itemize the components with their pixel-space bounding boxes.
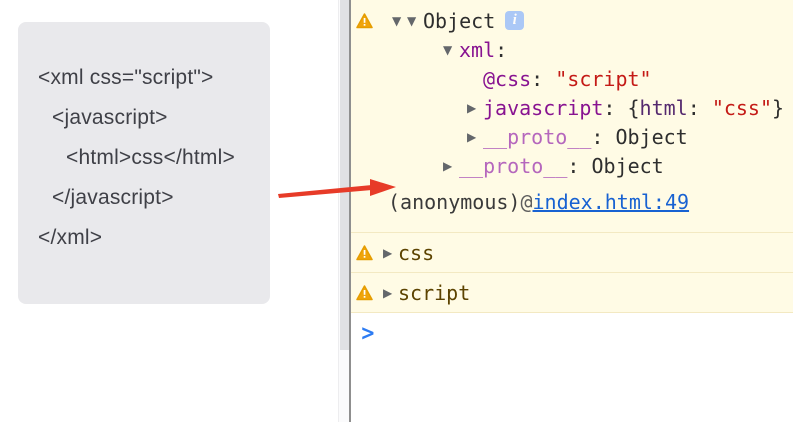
info-icon[interactable]: i: [505, 11, 525, 30]
property-name: @css: [483, 66, 532, 91]
punctuation: :: [567, 153, 592, 178]
property-name: javascript: [483, 95, 604, 120]
preview-key: html: [639, 95, 688, 120]
proto-name: __proto__: [483, 124, 592, 149]
stack-function-name: (anonymous): [388, 190, 521, 214]
tree-row-proto-inner: ▶ __proto__ : Object: [351, 122, 793, 151]
code-line: <javascript>: [52, 106, 168, 129]
code-line: </xml>: [38, 226, 103, 249]
expand-arrow-icon[interactable]: ▶: [383, 247, 396, 259]
console-prompt[interactable]: >: [351, 313, 793, 353]
tree-row-xml: ▼ xml :: [351, 35, 793, 64]
page-scrollbar[interactable]: [338, 0, 350, 422]
preview-string-value: "css": [711, 95, 773, 120]
punctuation: :: [591, 124, 616, 149]
expand-arrow-icon[interactable]: ▼: [443, 44, 459, 56]
stack-separator: @: [520, 190, 533, 214]
proto-name: __proto__: [459, 153, 568, 178]
console-warning-css: ▶ css: [351, 233, 793, 273]
expand-arrow-icon[interactable]: ▶: [383, 287, 396, 299]
source-location-link[interactable]: index.html:49: [533, 190, 690, 214]
punctuation: : {: [603, 95, 640, 120]
prompt-chevron-icon: >: [360, 321, 376, 345]
object-value: Object: [423, 8, 496, 33]
xml-code-card: <xml css="script"> <javascript> <html>cs…: [18, 22, 270, 304]
expand-arrow-icon[interactable]: ▼: [392, 15, 407, 27]
code-line: <html>css</html>: [66, 146, 235, 169]
warning-icon: [356, 12, 373, 28]
warning-label: css: [398, 240, 435, 265]
expand-arrow-icon[interactable]: ▼: [407, 15, 422, 27]
tree-row-proto-outer: ▶ __proto__ : Object: [351, 151, 793, 180]
code-line: <xml css="script">: [38, 66, 214, 89]
property-name: xml: [459, 37, 496, 62]
console-warning-message: ▼ ▼ Object i ▼ xml : @css : "script" ▶ j…: [351, 0, 793, 233]
warning-icon: [356, 244, 373, 260]
object-row: ▼ ▼ Object i: [351, 6, 793, 35]
warning-label: script: [398, 280, 471, 305]
punctuation: :: [495, 37, 508, 62]
console-warning-script: ▶ script: [351, 273, 793, 313]
expand-arrow-icon[interactable]: ▶: [467, 131, 483, 143]
devtools-console: ▼ ▼ Object i ▼ xml : @css : "script" ▶ j…: [349, 0, 793, 422]
page: <xml css="script"> <javascript> <html>cs…: [0, 0, 793, 422]
stack-trace-row: (anonymous) @ index.html:49: [351, 186, 793, 218]
warning-icon: [356, 284, 373, 300]
punctuation: }: [772, 95, 785, 120]
expand-arrow-icon[interactable]: ▶: [443, 160, 459, 172]
tree-row-javascript: ▶ javascript : { html : "css" }: [351, 93, 793, 122]
tree-row-css-attr: @css : "script": [351, 64, 793, 93]
property-string-value: "script": [555, 66, 652, 91]
expand-arrow-icon[interactable]: ▶: [467, 102, 483, 114]
proto-value: Object: [615, 124, 688, 149]
punctuation: :: [531, 66, 556, 91]
red-arrow-icon: [276, 176, 398, 202]
punctuation: :: [687, 95, 712, 120]
code-line: </javascript>: [52, 186, 174, 209]
proto-value: Object: [591, 153, 664, 178]
